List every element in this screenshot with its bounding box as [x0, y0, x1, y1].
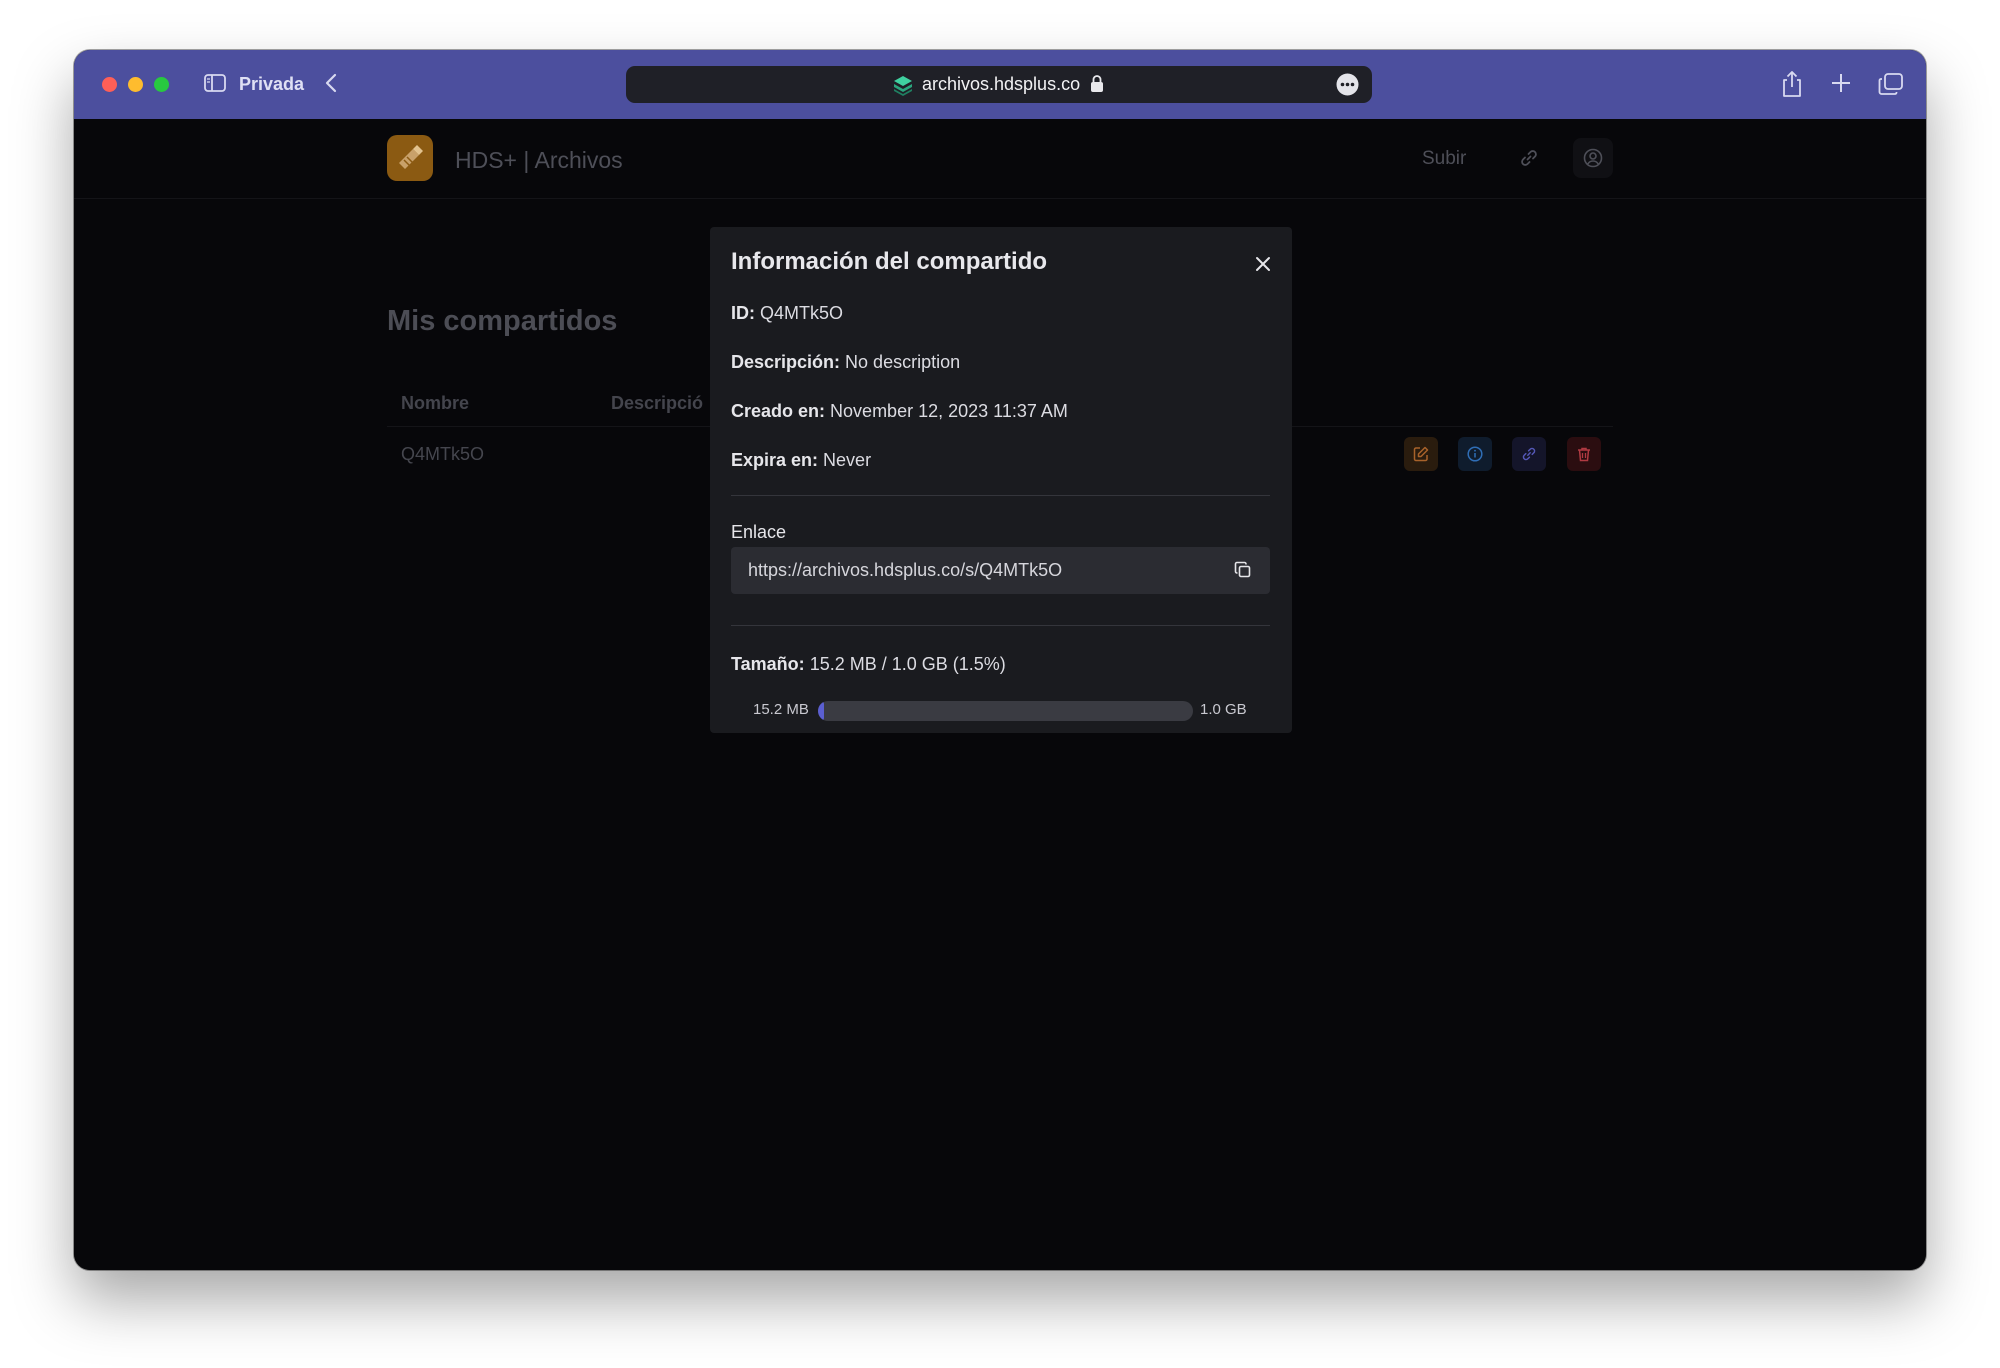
modal-divider [731, 495, 1270, 496]
shares-link-icon[interactable] [1519, 148, 1539, 168]
new-tab-icon[interactable] [1830, 72, 1852, 94]
usage-progress-bar [818, 701, 1193, 721]
browser-window: Privada archivos.hdsplus.co HDS+ | Archi… [74, 50, 1926, 1270]
sidebar-toggle-icon[interactable] [204, 74, 226, 92]
info-icon [1467, 446, 1483, 462]
link-icon [1522, 447, 1536, 461]
share-created-line: Creado en: November 12, 2023 11:37 AM [731, 401, 1068, 422]
app-brand-name[interactable]: HDS+ | Archivos [455, 147, 623, 174]
lock-icon [1091, 75, 1103, 92]
site-favicon-icon [894, 76, 912, 96]
copy-link-share-button[interactable] [1512, 437, 1546, 471]
share-expires-value: Never [823, 450, 872, 470]
column-header-description[interactable]: Descripció [611, 393, 703, 414]
close-window-button[interactable] [102, 77, 117, 92]
trash-icon [1578, 447, 1590, 462]
share-expires-line: Expira en: Never [731, 450, 871, 471]
share-description-line: Descripción: No description [731, 352, 960, 373]
share-link-field[interactable]: https://archivos.hdsplus.co/s/Q4MTk5O [731, 547, 1270, 594]
info-share-button[interactable] [1458, 437, 1492, 471]
more-options-icon[interactable] [1336, 73, 1359, 96]
share-size-value: 15.2 MB / 1.0 GB (1.5%) [809, 654, 1006, 674]
page-content: HDS+ | Archivos Subir Mis compartidos No… [74, 119, 1926, 1270]
close-icon[interactable] [1251, 252, 1275, 276]
tab-overview-icon[interactable] [1878, 72, 1904, 96]
modal-title: Información del compartido [731, 248, 1048, 275]
share-description-label: Descripción: [731, 352, 841, 372]
share-id-label: ID: [731, 303, 755, 323]
share-description-value: No description [845, 352, 961, 372]
table-row-name: Q4MTk5O [401, 444, 485, 464]
column-header-name[interactable]: Nombre [401, 393, 469, 414]
share-created-value: November 12, 2023 11:37 AM [830, 401, 1068, 421]
delete-share-button[interactable] [1567, 437, 1601, 471]
browser-titlebar: Privada archivos.hdsplus.co [74, 50, 1926, 119]
zoom-window-button[interactable] [154, 77, 169, 92]
share-icon[interactable] [1780, 70, 1804, 98]
link-label: Enlace [731, 522, 787, 542]
usage-bar-min-label: 15.2 MB [753, 701, 809, 718]
page-title: Mis compartidos [387, 305, 618, 337]
minimize-window-button[interactable] [128, 77, 143, 92]
share-link-value[interactable]: https://archivos.hdsplus.co/s/Q4MTk5O [748, 560, 1062, 581]
app-header: HDS+ | Archivos Subir [74, 119, 1926, 199]
modal-divider [731, 625, 1270, 626]
private-browsing-label: Privada [239, 74, 305, 94]
share-info-modal: Información del compartido ID: Q4MTk5O D… [710, 227, 1292, 733]
usage-progress-fill [818, 701, 824, 721]
share-id-line: ID: Q4MTk5O [731, 303, 843, 324]
share-id-value: Q4MTk5O [760, 303, 844, 323]
app-logo[interactable] [387, 135, 433, 181]
nav-upload-link[interactable]: Subir [1422, 148, 1466, 170]
user-circle-icon [1583, 148, 1603, 168]
back-arrow-icon[interactable] [321, 72, 343, 94]
address-bar[interactable]: archivos.hdsplus.co [626, 66, 1372, 103]
app-logo-icon [399, 145, 423, 169]
edit-icon [1413, 446, 1429, 462]
url-text: archivos.hdsplus.co [922, 74, 1081, 94]
share-created-label: Creado en: [731, 401, 826, 421]
copy-icon[interactable] [1234, 561, 1252, 579]
share-size-label: Tamaño: [731, 654, 805, 674]
share-expires-label: Expira en: [731, 450, 819, 470]
usage-bar-max-label: 1.0 GB [1200, 701, 1247, 718]
edit-share-button[interactable] [1404, 437, 1438, 471]
user-menu-button[interactable] [1573, 138, 1613, 178]
share-size-line: Tamaño: 15.2 MB / 1.0 GB (1.5%) [731, 654, 1006, 675]
